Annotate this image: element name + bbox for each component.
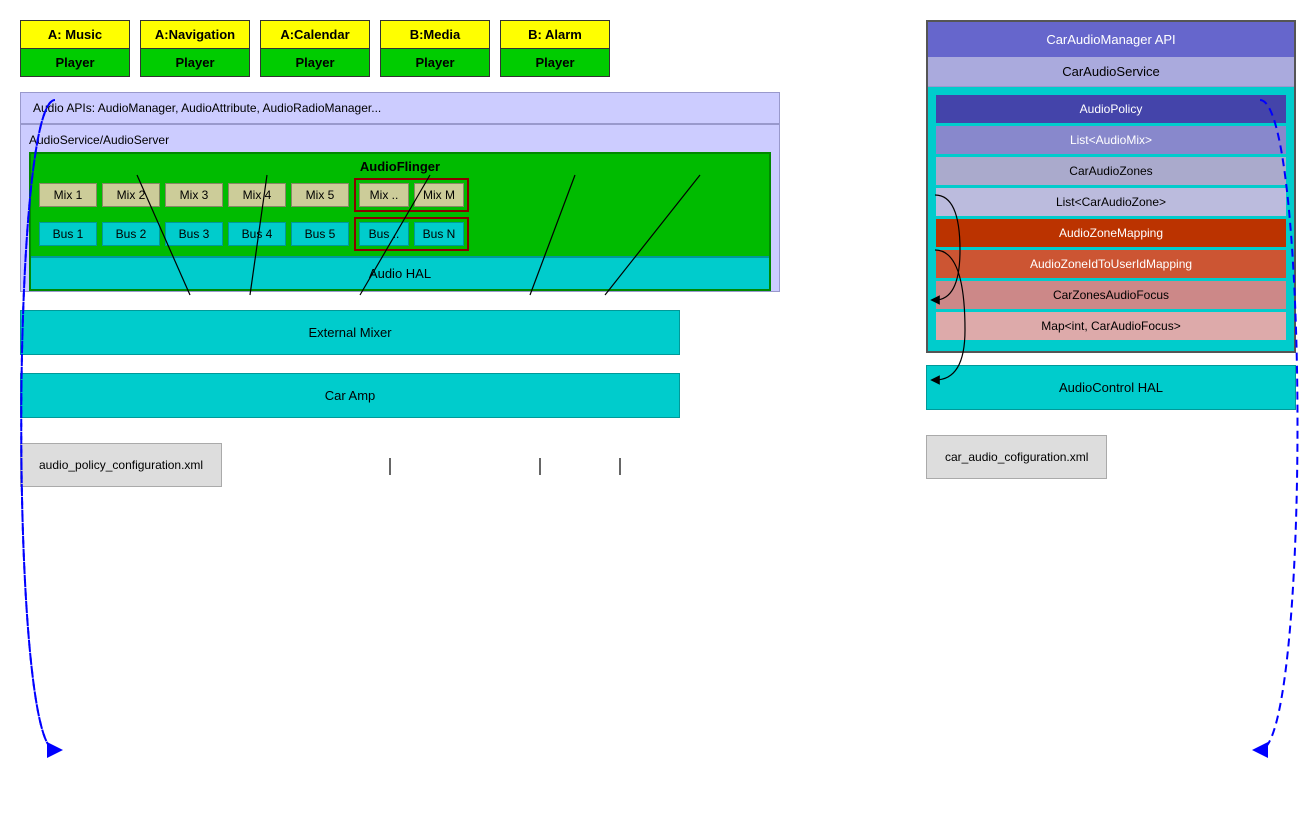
- app-box-top-1: A:Navigation: [141, 21, 249, 49]
- audioflinger-label: AudioFlinger: [39, 159, 761, 174]
- ca-layer-3: List<CarAudioZone>: [936, 188, 1286, 216]
- audio-hal-layer: Audio HAL: [31, 256, 769, 289]
- app-box-top-2: A:Calendar: [261, 21, 369, 49]
- bus-3: Bus 3: [165, 222, 223, 246]
- audioservice-label: AudioService/AudioServer: [29, 133, 771, 147]
- xml-box-right: car_audio_cofiguration.xml: [926, 435, 1107, 479]
- app-box-3: B:Media Player: [380, 20, 490, 77]
- app-box-bottom-4: Player: [501, 49, 609, 76]
- mix-2: Mix 2: [102, 183, 160, 207]
- mix-m: Mix M: [414, 183, 464, 207]
- mix-dotdot: Mix ..: [359, 183, 409, 207]
- app-box-2: A:Calendar Player: [260, 20, 370, 77]
- car-audio-service-label: CarAudioService: [928, 57, 1294, 87]
- right-section: CarAudioManager API CarAudioService Audi…: [926, 20, 1296, 479]
- car-audio-service-text: CarAudioService: [1062, 64, 1160, 79]
- xml-box-left: audio_policy_configuration.xml: [20, 443, 222, 487]
- bus-row-container: Bus 1 Bus 2 Bus 3 Bus 4 Bus 5 Bus .. Bus…: [31, 217, 769, 256]
- bus-2: Bus 2: [102, 222, 160, 246]
- audiocontrol-hal-text: AudioControl HAL: [1059, 380, 1163, 395]
- bus-row: Bus 1 Bus 2 Bus 3 Bus 4 Bus 5 Bus .. Bus…: [39, 217, 761, 251]
- app-box-bottom-3: Player: [381, 49, 489, 76]
- bus-5: Bus 5: [291, 222, 349, 246]
- green-section: AudioFlinger Mix 1 Mix 2 Mix 3 Mix 4 Mix…: [29, 152, 771, 291]
- car-audio-manager-api: CarAudioManager API: [928, 22, 1294, 57]
- mix-1: Mix 1: [39, 183, 97, 207]
- ca-layer-7: Map<int, CarAudioFocus>: [936, 312, 1286, 340]
- mix-5: Mix 5: [291, 183, 349, 207]
- ca-layer-5: AudioZoneIdToUserIdMapping: [936, 250, 1286, 278]
- ca-layers-container: AudioPolicy List<AudioMix> CarAudioZones Li…: [936, 95, 1286, 343]
- mix-group-border: Mix .. Mix M: [354, 178, 469, 212]
- app-box-1: A:Navigation Player: [140, 20, 250, 77]
- xml-right-text: car_audio_cofiguration.xml: [945, 450, 1088, 464]
- bus-1: Bus 1: [39, 222, 97, 246]
- bus-4: Bus 4: [228, 222, 286, 246]
- audioservice-wrapper: AudioService/AudioServer AudioFlinger Mi…: [20, 124, 780, 292]
- app-row: A: Music Player A:Navigation Player A:Ca…: [20, 20, 780, 77]
- external-mixer-layer: External Mixer: [20, 310, 680, 355]
- app-box-bottom-0: Player: [21, 49, 129, 76]
- ca-layer-6: CarZonesAudioFocus: [936, 281, 1286, 309]
- car-audio-outer: CarAudioManager API CarAudioService Audi…: [926, 20, 1296, 353]
- ca-layer-4: AudioZoneMapping: [936, 219, 1286, 247]
- external-mixer-text: External Mixer: [308, 325, 391, 340]
- mix-3: Mix 3: [165, 183, 223, 207]
- mix-row: Mix 1 Mix 2 Mix 3 Mix 4 Mix 5 Mix .. Mix…: [39, 178, 761, 212]
- app-box-top-3: B:Media: [381, 21, 489, 49]
- audio-hal-text: Audio HAL: [369, 266, 431, 281]
- app-box-bottom-2: Player: [261, 49, 369, 76]
- app-box-4: B: Alarm Player: [500, 20, 610, 77]
- mix-4: Mix 4: [228, 183, 286, 207]
- car-audio-inner: AudioPolicy List<AudioMix> CarAudioZones Li…: [928, 87, 1294, 351]
- bus-n: Bus N: [414, 222, 464, 246]
- bus-group-border: Bus .. Bus N: [354, 217, 469, 251]
- audio-apis-text: Audio APIs: AudioManager, AudioAttribute…: [33, 101, 381, 115]
- audiocontrol-hal: AudioControl HAL: [926, 365, 1296, 410]
- app-box-top-4: B: Alarm: [501, 21, 609, 49]
- left-section: A: Music Player A:Navigation Player A:Ca…: [20, 20, 780, 487]
- car-amp-layer: Car Amp: [20, 373, 680, 418]
- xml-left-text: audio_policy_configuration.xml: [39, 458, 203, 472]
- app-box-top-0: A: Music: [21, 21, 129, 49]
- app-box-bottom-1: Player: [141, 49, 249, 76]
- ca-layer-2: CarAudioZones: [936, 157, 1286, 185]
- audioflinger-container: AudioFlinger Mix 1 Mix 2 Mix 3 Mix 4 Mix…: [31, 154, 769, 212]
- audio-apis-layer: Audio APIs: AudioManager, AudioAttribute…: [20, 92, 780, 124]
- ca-layer-0: AudioPolicy: [936, 95, 1286, 123]
- car-amp-text: Car Amp: [325, 388, 376, 403]
- app-box-0: A: Music Player: [20, 20, 130, 77]
- diagram-container: A: Music Player A:Navigation Player A:Ca…: [0, 0, 1316, 835]
- ca-layer-1: List<AudioMix>: [936, 126, 1286, 154]
- bus-dotdot: Bus ..: [359, 222, 409, 246]
- car-audio-manager-api-text: CarAudioManager API: [1046, 32, 1175, 47]
